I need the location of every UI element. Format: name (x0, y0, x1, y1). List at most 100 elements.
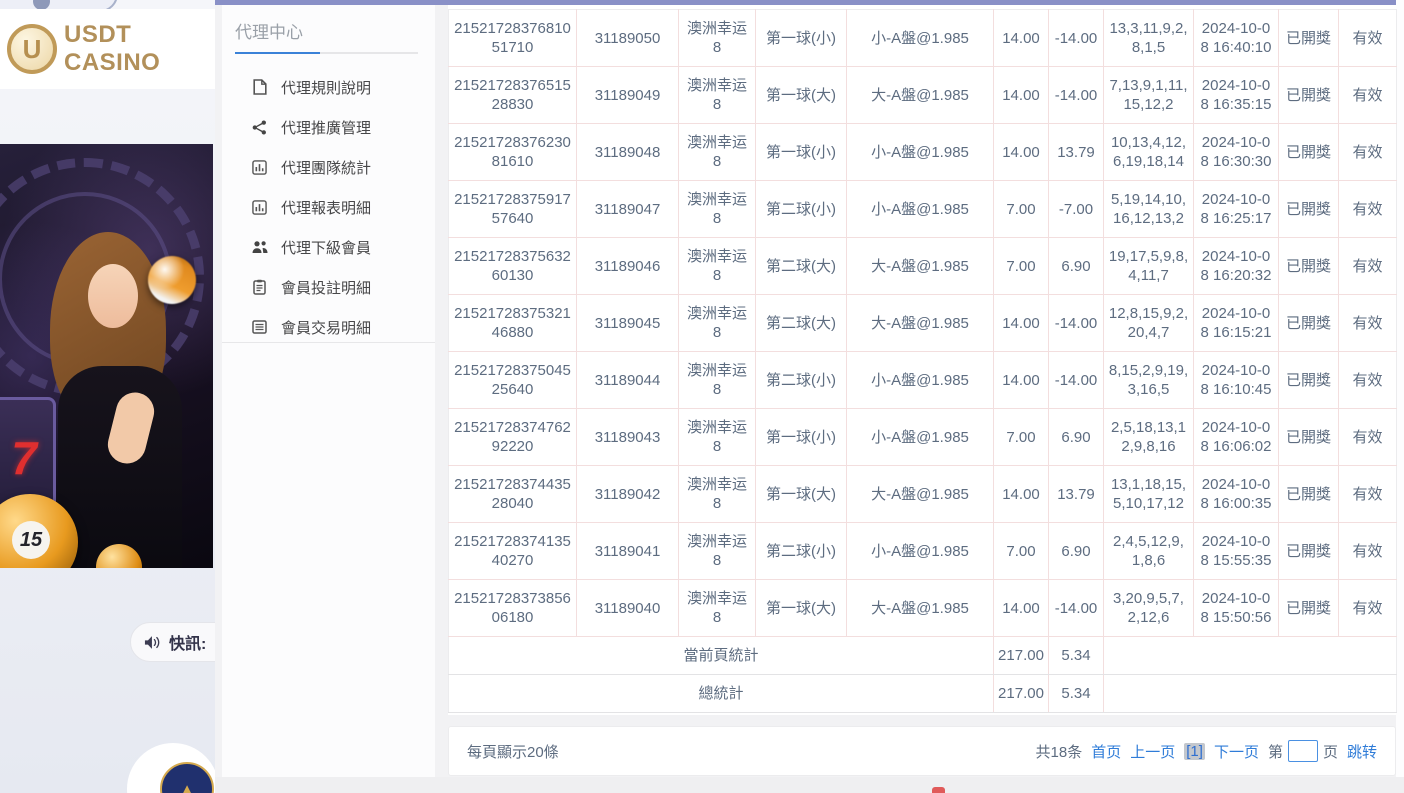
share-icon (251, 120, 268, 135)
report-icon (251, 200, 268, 215)
sidebar-item-label: 代理規則說明 (281, 77, 371, 98)
sidebar-item-sub-members[interactable]: 代理下級會員 (222, 227, 435, 267)
table-cell: 2152172837591757640 (449, 181, 577, 238)
table-cell: 7.00 (994, 409, 1049, 466)
sidebar-item-report-detail[interactable]: 代理報表明細 (222, 187, 435, 227)
table-cell: 14.00 (994, 10, 1049, 67)
table-cell: 7.00 (994, 181, 1049, 238)
sidebar-item-bet-detail[interactable]: 會員投註明細 (222, 267, 435, 307)
table-cell: 31189047 (577, 181, 679, 238)
table-cell: 第一球(小) (756, 409, 847, 466)
background-page: U USDT CASINO 7 15 (0, 0, 215, 793)
next-page-link[interactable]: 下一页 (1214, 741, 1259, 762)
table-cell: 2024-10-08 16:00:35 (1194, 466, 1279, 523)
table-cell: 31189049 (577, 67, 679, 124)
table-cell: 有效 (1339, 181, 1397, 238)
table-cell: 大-A盤@1.985 (847, 238, 994, 295)
table-cell: 2152172837504525640 (449, 352, 577, 409)
bottom-circle-logo: ▲ (127, 743, 219, 793)
table-cell: 13.79 (1049, 466, 1104, 523)
bet-table-body: 215217283768105171031189050澳洲幸运8第一球(小)小-… (449, 10, 1397, 713)
sidebar-item-label: 代理推廣管理 (281, 117, 371, 138)
table-cell: 2024-10-08 16:35:15 (1194, 67, 1279, 124)
table-cell: 大-A盤@1.985 (847, 466, 994, 523)
table-cell: 第一球(大) (756, 580, 847, 637)
table-cell: 31189045 (577, 295, 679, 352)
table-cell: 19,17,5,9,8,4,11,7 (1104, 238, 1194, 295)
table-cell: 2152172837681051710 (449, 10, 577, 67)
sidebar: 代理中心 代理規則說明代理推廣管理代理團隊統計代理報表明細代理下級會員會員投註明… (222, 5, 435, 777)
jump-button[interactable]: 跳转 (1347, 741, 1377, 762)
summary-amount: 217.00 (994, 675, 1049, 713)
table-cell: 第二球(小) (756, 181, 847, 238)
ball-15-label: 15 (12, 521, 50, 559)
sidebar-item-transaction-detail[interactable]: 會員交易明細 (222, 307, 435, 347)
table-cell: 31189050 (577, 10, 679, 67)
table-cell: 13,1,18,15,5,10,17,12 (1104, 466, 1194, 523)
jump-suffix-label: 页 (1323, 741, 1338, 762)
usdt-emblem-icon: U (7, 24, 57, 74)
table-cell: 已開獎 (1279, 352, 1339, 409)
jump-page-input[interactable] (1288, 740, 1318, 762)
table-cell: 澳洲幸运8 (679, 523, 756, 580)
table-cell: 6.90 (1049, 409, 1104, 466)
sidebar-item-label: 代理下級會員 (281, 237, 371, 258)
page-size-label: 每頁顯示20條 (467, 741, 559, 762)
table-cell: 2024-10-08 16:40:10 (1194, 10, 1279, 67)
current-page-indicator[interactable]: [1] (1184, 743, 1205, 760)
table-cell: 澳洲幸运8 (679, 67, 756, 124)
table-row: 215217283753214688031189045澳洲幸运8第二球(大)大-… (449, 295, 1397, 352)
table-cell: 2152172837385606180 (449, 580, 577, 637)
table-cell: 第一球(小) (756, 10, 847, 67)
table-cell: 31189040 (577, 580, 679, 637)
table-cell: 31189046 (577, 238, 679, 295)
sidebar-item-team-stats[interactable]: 代理團隊統計 (222, 147, 435, 187)
table-cell: 31189042 (577, 466, 679, 523)
logo-bar: U USDT CASINO (0, 9, 215, 89)
table-cell: 12,8,15,9,2,20,4,7 (1104, 295, 1194, 352)
table-cell: 2152172837413540270 (449, 523, 577, 580)
table-cell: 大-A盤@1.985 (847, 67, 994, 124)
table-cell: 13,3,11,9,2,8,1,5 (1104, 10, 1194, 67)
sidebar-menu: 代理規則說明代理推廣管理代理團隊統計代理報表明細代理下級會員會員投註明細會員交易… (222, 67, 435, 347)
table-cell: 14.00 (994, 124, 1049, 181)
table-row: 215217283738560618031189040澳洲幸运8第一球(大)大-… (449, 580, 1397, 637)
table-cell: 14.00 (994, 352, 1049, 409)
brand-logo[interactable]: USDT CASINO (64, 21, 215, 77)
title-underline (235, 52, 418, 54)
sidebar-item-rules[interactable]: 代理規則說明 (222, 67, 435, 107)
table-cell: 已開獎 (1279, 409, 1339, 466)
sidebar-item-label: 會員交易明細 (281, 317, 371, 338)
table-cell: 3,20,9,5,7,2,12,6 (1104, 580, 1194, 637)
table-cell: 2152172837443528040 (449, 466, 577, 523)
table-cell: 小-A盤@1.985 (847, 352, 994, 409)
table-cell: 8,15,2,9,19,3,16,5 (1104, 352, 1194, 409)
table-cell: 7,13,9,1,11,15,12,2 (1104, 67, 1194, 124)
table-cell: 2024-10-08 16:30:30 (1194, 124, 1279, 181)
pagination-bar: 每頁顯示20條 共18条 首页 上一页 [1] 下一页 第 页 跳转 (448, 726, 1396, 776)
table-row: 215217283744352804031189042澳洲幸运8第一球(大)大-… (449, 466, 1397, 523)
first-page-link[interactable]: 首页 (1091, 741, 1121, 762)
summary-label: 總統計 (449, 675, 994, 713)
table-cell: 2,4,5,12,9,1,8,6 (1104, 523, 1194, 580)
table-cell: 2152172837532146880 (449, 295, 577, 352)
speaker-icon (144, 635, 161, 650)
table-cell: 5,19,14,10,16,12,13,2 (1104, 181, 1194, 238)
total-count-label: 共18条 (1036, 741, 1083, 762)
table-cell: 2024-10-08 15:55:35 (1194, 523, 1279, 580)
sidebar-item-label: 代理團隊統計 (281, 157, 371, 178)
table-row: 215217283747629222031189043澳洲幸运8第一球(小)小-… (449, 409, 1397, 466)
table-cell: 2152172837623081610 (449, 124, 577, 181)
sidebar-item-promotion[interactable]: 代理推廣管理 (222, 107, 435, 147)
prev-page-link[interactable]: 上一页 (1130, 741, 1175, 762)
table-row: 215217283765152883031189049澳洲幸运8第一球(大)大-… (449, 67, 1397, 124)
table-cell: 第二球(大) (756, 295, 847, 352)
table-cell: 有效 (1339, 523, 1397, 580)
table-cell: 2152172837476292220 (449, 409, 577, 466)
table-cell: 7.00 (994, 523, 1049, 580)
jump-group: 第 页 (1268, 740, 1338, 762)
table-cell: 有效 (1339, 124, 1397, 181)
vertical-scrollbar[interactable] (1396, 0, 1404, 777)
table-cell: 2,5,18,13,12,9,8,16 (1104, 409, 1194, 466)
table-cell: 2152172837563260130 (449, 238, 577, 295)
